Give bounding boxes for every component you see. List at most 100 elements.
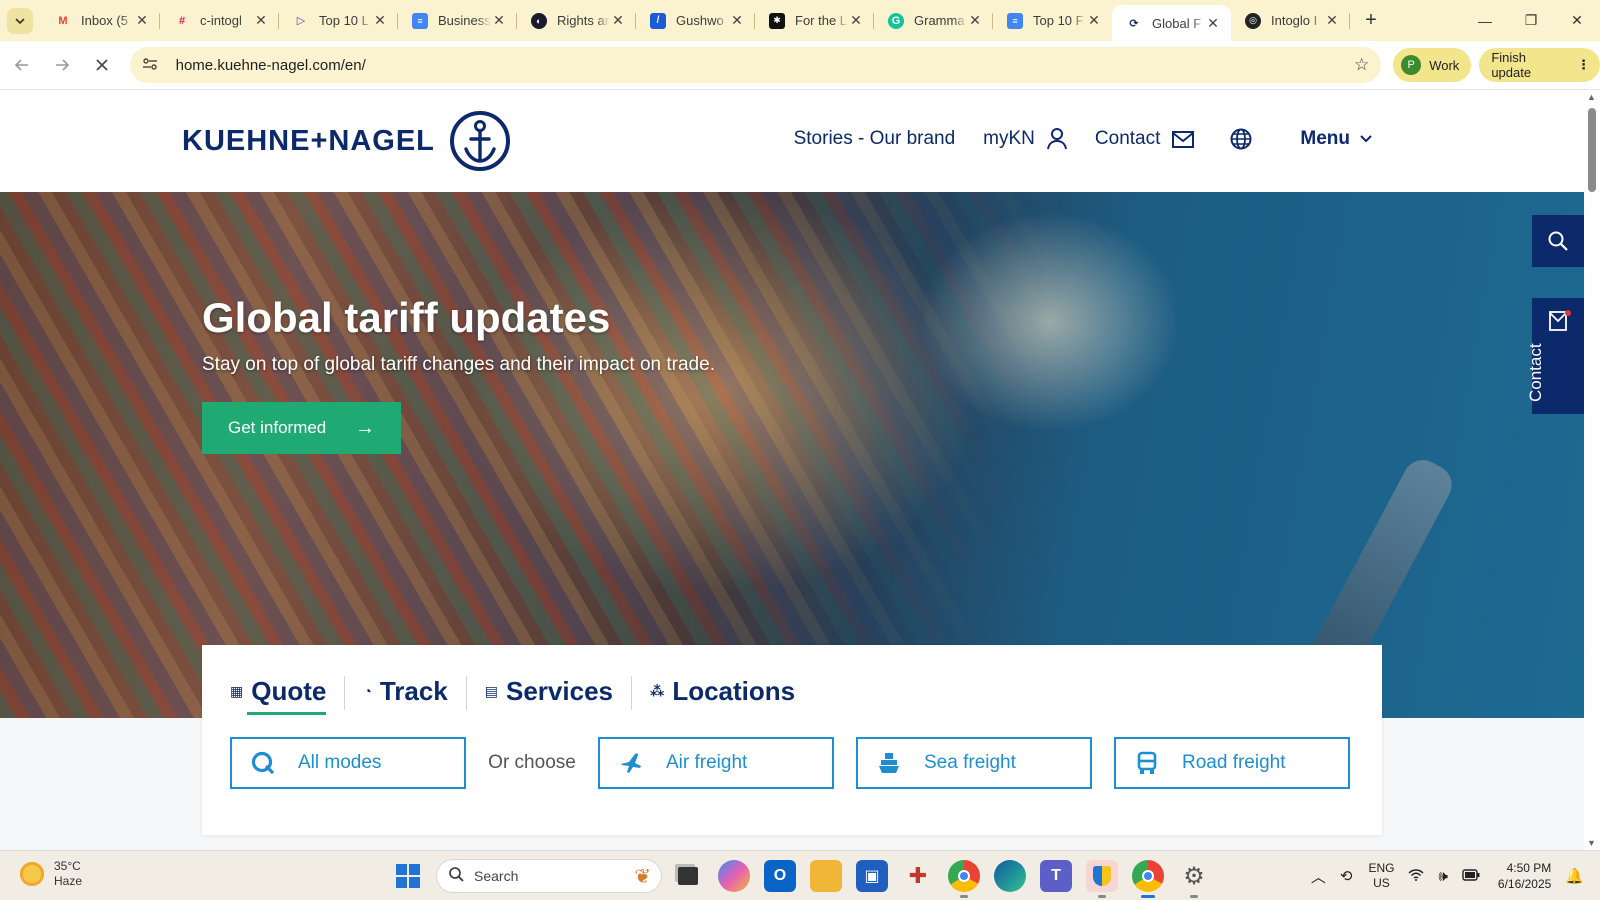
close-icon[interactable]: ✕	[610, 12, 626, 29]
copilot-icon[interactable]	[718, 860, 750, 892]
browser-toolbar: home.kuehne-nagel.com/en/ ☆ P Work Finis…	[0, 41, 1600, 90]
tab-title: Gramma	[914, 13, 965, 28]
volume-icon[interactable]: 🕪	[1438, 868, 1447, 885]
nav-mykn-link[interactable]: myKN	[983, 128, 1067, 150]
tab-title: c-intogl	[200, 13, 242, 28]
battery-icon[interactable]	[1462, 868, 1480, 885]
chevron-down-icon	[1360, 135, 1372, 143]
haze-sun-icon	[18, 860, 46, 888]
browser-tab-strip: M Inbox (5 ✕ # c-intogl ✕ ▷ Top 10 L ✕ ≡…	[0, 0, 1600, 41]
chrome-profile-icon[interactable]	[1132, 860, 1164, 898]
tab-services[interactable]: ▤ Services	[485, 673, 613, 713]
air-freight-button[interactable]: Air freight	[598, 737, 834, 789]
notification-bell-icon[interactable]: 🔔	[1565, 867, 1584, 885]
transport-modes: All modes Or choose Air freight Sea frei…	[230, 737, 1350, 789]
address-bar[interactable]: home.kuehne-nagel.com/en/ ☆	[129, 47, 1382, 83]
page-scrollbar[interactable]: ▲ ▼	[1584, 90, 1600, 850]
close-window-icon[interactable]: ✕	[1554, 0, 1600, 41]
stop-loading-button[interactable]	[84, 47, 120, 83]
site-logo[interactable]: KUEHNE+NAGEL	[182, 110, 511, 172]
close-icon[interactable]: ✕	[491, 12, 507, 29]
restore-icon[interactable]: ❐	[1508, 0, 1554, 41]
nav-stories-link[interactable]: Stories - Our brand	[794, 128, 956, 150]
clock[interactable]: 4:50 PM 6/16/2025	[1498, 860, 1551, 892]
tab-track-label: Track	[379, 675, 448, 706]
tab-quote[interactable]: ▦ Quote	[230, 673, 327, 715]
scroll-down-icon[interactable]: ▼	[1587, 838, 1596, 848]
close-icon[interactable]: ✕	[967, 12, 983, 29]
close-icon[interactable]: ✕	[729, 12, 745, 29]
road-freight-button[interactable]: Road freight	[1114, 737, 1350, 789]
tab-track[interactable]: ◔ Track	[363, 673, 447, 713]
weather-temp: 35°C	[54, 859, 81, 873]
site-info-icon[interactable]	[142, 57, 162, 74]
nav-contact-link[interactable]: Contact	[1094, 128, 1195, 150]
browser-tab[interactable]: ≡ Business ✕	[398, 0, 517, 41]
sea-freight-button[interactable]: Sea freight	[856, 737, 1092, 789]
nav-contact-label: Contact	[1094, 128, 1161, 149]
browser-tab[interactable]: ≡ Top 10 F ✕	[993, 0, 1112, 41]
all-modes-button[interactable]: All modes	[230, 737, 466, 789]
tab-title: Business	[438, 13, 491, 28]
back-button[interactable]	[4, 47, 40, 83]
forward-button[interactable]	[44, 47, 80, 83]
profile-button[interactable]: P Work	[1393, 48, 1472, 82]
tab-title: Global F	[1152, 15, 1202, 31]
security-shield-icon[interactable]	[1086, 860, 1118, 898]
floating-search-button[interactable]	[1532, 215, 1584, 267]
browser-tab[interactable]: ✱ For the L ✕	[755, 0, 874, 41]
close-icon[interactable]: ✕	[848, 12, 864, 29]
new-tab-button[interactable]: +	[1356, 6, 1386, 36]
teams-icon[interactable]: T	[1040, 860, 1072, 892]
tab-search-button[interactable]	[7, 7, 33, 34]
close-icon[interactable]: ✕	[1086, 12, 1102, 29]
slack-icon: #	[178, 14, 186, 27]
close-icon[interactable]: ✕	[253, 12, 269, 29]
taskbar-search-placeholder: Search	[474, 868, 519, 884]
close-icon[interactable]: ✕	[372, 12, 388, 29]
microsoft-store-icon[interactable]: ▣	[856, 860, 888, 892]
chrome-icon[interactable]	[948, 860, 980, 898]
profile-label: Work	[1429, 57, 1460, 73]
tab-locations[interactable]: ⁂ Locations	[650, 673, 795, 713]
weather-widget[interactable]: 35°C Haze	[18, 859, 82, 889]
close-icon[interactable]: ✕	[1205, 15, 1221, 32]
language-selector[interactable]	[1230, 128, 1252, 150]
close-icon[interactable]: ✕	[1324, 12, 1340, 29]
task-view-icon[interactable]	[672, 860, 704, 892]
sync-icon[interactable]: ⟲	[1340, 867, 1353, 885]
hero-title: Global tariff updates	[202, 294, 611, 341]
bookmark-star-icon[interactable]: ☆	[1354, 55, 1369, 75]
scroll-up-icon[interactable]: ▲	[1587, 92, 1596, 102]
divider	[630, 676, 632, 710]
language-indicator[interactable]: ENG US	[1368, 861, 1394, 891]
minimize-icon[interactable]: —	[1462, 0, 1508, 41]
close-icon[interactable]: ✕	[134, 12, 150, 29]
file-explorer-icon[interactable]	[810, 860, 842, 892]
finish-update-button[interactable]: Finish update ⋮	[1479, 48, 1600, 82]
close-icon	[96, 59, 108, 71]
menu-button[interactable]: Menu	[1300, 128, 1372, 150]
tab-title: Top 10 F	[1033, 13, 1084, 28]
browser-tab[interactable]: / Gushwo ✕	[636, 0, 755, 41]
url-text[interactable]: home.kuehne-nagel.com/en/	[176, 57, 1354, 74]
edge-icon[interactable]	[994, 860, 1026, 892]
outlook-icon[interactable]: O	[764, 860, 796, 892]
browser-tab[interactable]: ▷ Top 10 L ✕	[279, 0, 398, 41]
browser-tab[interactable]: G Gramma ✕	[874, 0, 993, 41]
chevron-up-icon[interactable]: ︿	[1311, 866, 1326, 887]
start-button[interactable]	[396, 864, 420, 888]
browser-tab[interactable]: ◐ Rights ar ✕	[517, 0, 636, 41]
floating-contact-button[interactable]: Contact	[1526, 298, 1584, 414]
browser-tab[interactable]: M Inbox (5 ✕	[41, 0, 160, 41]
browser-tab[interactable]: ◎ Intoglo I ✕	[1231, 0, 1350, 41]
browser-tab[interactable]: # c-intogl ✕	[160, 0, 279, 41]
gift-icon[interactable]: ✚	[902, 860, 934, 892]
scrollbar-thumb[interactable]	[1588, 108, 1596, 192]
settings-gear-icon[interactable]: ⚙	[1178, 860, 1210, 898]
wifi-icon[interactable]	[1408, 868, 1424, 885]
get-informed-button[interactable]: Get informed →	[202, 402, 401, 454]
quote-panel: ▦ Quote ◔ Track ▤ Services ⁂ Locations A…	[202, 645, 1382, 835]
taskbar-search[interactable]: Search ❦	[436, 859, 662, 893]
browser-tab-active[interactable]: ⟳ Global F ✕	[1112, 5, 1231, 41]
